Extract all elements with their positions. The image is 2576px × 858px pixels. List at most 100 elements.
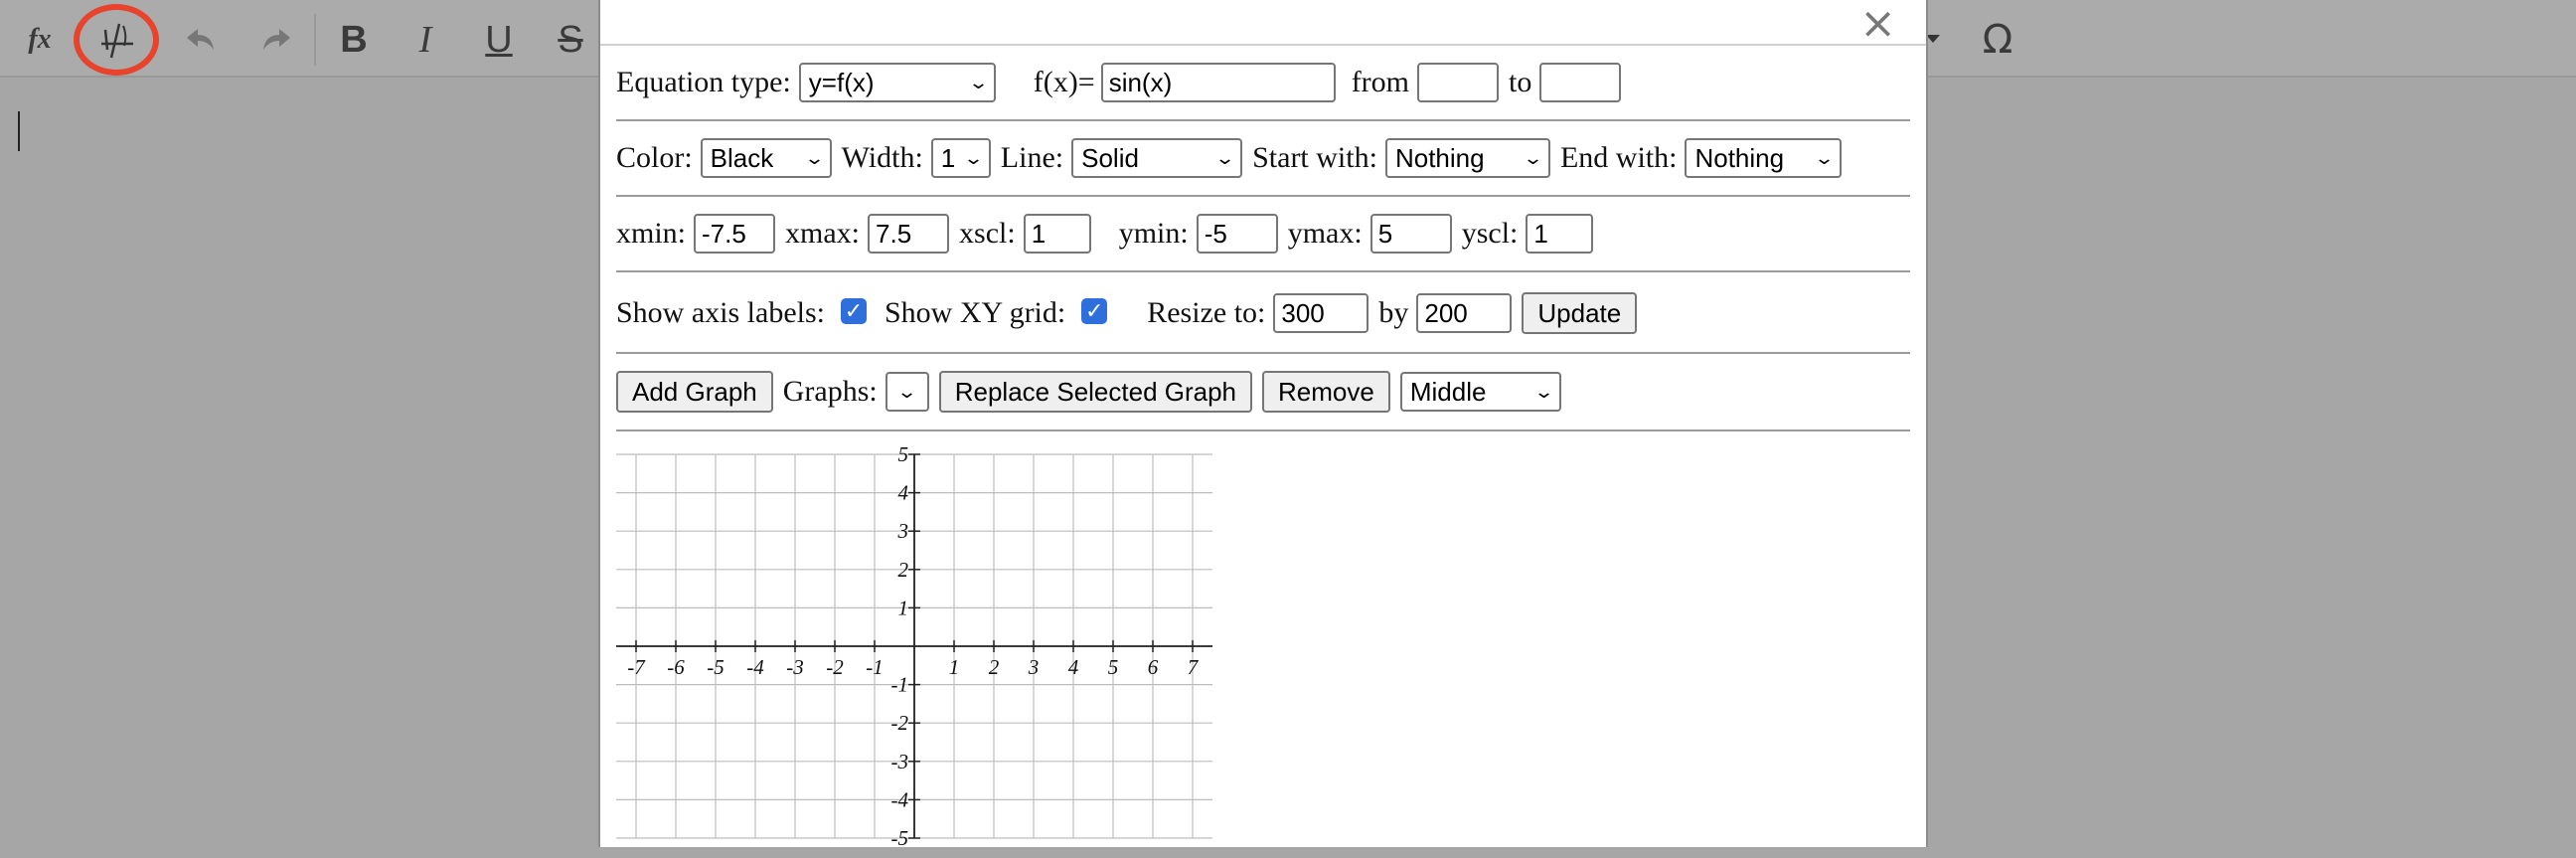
- y-tick-label: 4: [898, 481, 909, 505]
- xscl-input[interactable]: 1: [1023, 214, 1091, 254]
- italic-button[interactable]: I: [396, 10, 455, 70]
- italic-icon: I: [418, 19, 432, 61]
- chevron-down-icon: ⌄: [896, 381, 918, 403]
- chevron-down-icon: ⌄: [967, 72, 989, 93]
- strikethrough-button[interactable]: S: [541, 10, 600, 70]
- axis-range-row: xmin: -7.5 xmax: 7.5 xscl: 1 ymin: -5 ym…: [616, 197, 1910, 272]
- alignment-select[interactable]: Middle ⌄: [1399, 372, 1561, 412]
- xmax-input[interactable]: 7.5: [868, 214, 950, 254]
- y-tick-label: -4: [891, 787, 909, 811]
- chevron-down-icon: ⌄: [1532, 381, 1554, 403]
- underline-button[interactable]: U: [469, 10, 529, 70]
- add-graph-button[interactable]: Add Graph: [616, 371, 773, 413]
- y-tick-label: 5: [898, 442, 909, 466]
- x-tick-label: 7: [1188, 655, 1200, 679]
- show-xy-grid-label: Show XY grid:: [885, 296, 1066, 329]
- style-row: Color: Black ⌄ Width: 1 ⌄ Line: Solid ⌄ …: [616, 121, 1910, 197]
- graphs-label: Graphs:: [782, 375, 878, 408]
- x-tick-label: -7: [627, 655, 646, 679]
- x-tick-label: -2: [826, 655, 844, 679]
- xscl-label: xscl:: [959, 217, 1016, 250]
- undo-button[interactable]: [171, 10, 231, 70]
- graph-button[interactable]: [87, 10, 147, 70]
- line-select[interactable]: Solid ⌄: [1071, 138, 1243, 178]
- start-with-select[interactable]: Nothing ⌄: [1384, 138, 1550, 178]
- fx-icon: fx: [28, 24, 52, 55]
- width-select[interactable]: 1 ⌄: [930, 138, 991, 178]
- color-select[interactable]: Black ⌄: [700, 138, 832, 178]
- show-xy-grid-checkbox[interactable]: ✓: [1081, 298, 1108, 324]
- remove-button[interactable]: Remove: [1262, 371, 1390, 413]
- show-axis-labels-checkbox[interactable]: ✓: [841, 298, 867, 324]
- caret-down-icon: [1926, 35, 1940, 43]
- y-tick-label: 3: [897, 519, 909, 543]
- equation-type-value: y=f(x): [808, 67, 875, 97]
- chevron-down-icon: ⌄: [1814, 147, 1836, 169]
- update-button[interactable]: Update: [1522, 292, 1638, 334]
- x-tick-label: 3: [1028, 655, 1040, 679]
- from-input[interactable]: [1417, 63, 1500, 102]
- undo-arrow-icon: [187, 29, 214, 50]
- end-with-select[interactable]: Nothing ⌄: [1685, 138, 1843, 178]
- fx-label: f(x)=: [1033, 66, 1095, 98]
- resize-width-input[interactable]: 300: [1273, 293, 1369, 333]
- chevron-down-icon: ⌄: [1522, 147, 1543, 169]
- close-icon[interactable]: ×: [1859, 2, 1896, 46]
- dialog-titlebar: ×: [600, 0, 1926, 46]
- start-with-label: Start with:: [1252, 141, 1377, 174]
- line-label: Line:: [1000, 141, 1064, 174]
- y-tick-label: -1: [891, 673, 909, 697]
- from-label: from: [1351, 66, 1410, 98]
- by-label: by: [1378, 296, 1409, 329]
- color-label: Color:: [616, 141, 693, 174]
- resize-to-label: Resize to:: [1147, 296, 1266, 329]
- graph-dialog: × Equation type: y=f(x) ⌄ f(x)= sin(x) f…: [598, 0, 1928, 850]
- yscl-label: yscl:: [1461, 217, 1519, 250]
- xmin-input[interactable]: -7.5: [694, 214, 776, 254]
- toolbar-separator: [314, 14, 316, 66]
- width-value: 1: [940, 142, 956, 173]
- yscl-input[interactable]: 1: [1526, 214, 1594, 254]
- x-tick-label: -5: [707, 655, 724, 679]
- xmin-label: xmin:: [616, 217, 687, 250]
- end-with-label: End with:: [1559, 141, 1678, 174]
- ymax-input[interactable]: 5: [1369, 214, 1452, 254]
- replace-selected-graph-button[interactable]: Replace Selected Graph: [938, 371, 1253, 413]
- underline-icon: U: [485, 18, 513, 61]
- graph-preview: -7 -6 -5 -4 -3 -2 -1 1 2 3 4 5 6 7 5 4 3 2 1 -1 -2 -3 -4 -5: [616, 442, 1212, 850]
- resize-height-input[interactable]: 200: [1416, 293, 1513, 333]
- y-tick-label: 2: [898, 558, 909, 582]
- chevron-down-icon: ⌄: [1213, 147, 1236, 169]
- y-tick-label: -3: [891, 750, 909, 773]
- bold-icon: B: [340, 18, 368, 61]
- x-tick-label: -3: [786, 655, 804, 679]
- x-tick-label: 2: [989, 655, 1000, 679]
- x-tick-label: 5: [1108, 655, 1119, 679]
- omega-icon: Ω: [1982, 17, 2013, 63]
- xmax-label: xmax:: [785, 217, 861, 250]
- to-input[interactable]: [1539, 63, 1622, 102]
- x-tick-label: -4: [746, 655, 764, 679]
- equation-type-label: Equation type:: [616, 66, 791, 98]
- width-label: Width:: [841, 141, 923, 174]
- graph-icon: [101, 23, 133, 59]
- redo-button[interactable]: [246, 10, 306, 70]
- ymax-label: ymax:: [1287, 217, 1363, 250]
- chevron-down-icon: ⌄: [962, 147, 984, 169]
- x-tick-label: 6: [1148, 655, 1159, 679]
- bold-button[interactable]: B: [324, 10, 384, 70]
- x-tick-label: -6: [667, 655, 685, 679]
- graphs-select[interactable]: ⌄: [885, 372, 929, 412]
- equation-type-select[interactable]: y=f(x) ⌄: [798, 63, 996, 102]
- y-tick-label: 1: [898, 596, 909, 619]
- x-tick-label: 4: [1068, 655, 1079, 679]
- special-characters-button[interactable]: Ω: [1968, 10, 2027, 70]
- y-tick-label: -2: [891, 711, 909, 735]
- show-axis-labels-label: Show axis labels:: [616, 296, 825, 329]
- ymin-input[interactable]: -5: [1196, 214, 1278, 254]
- y-tick-label: -5: [891, 826, 909, 850]
- strikethrough-icon: S: [558, 18, 583, 61]
- formula-button[interactable]: fx: [10, 10, 70, 70]
- fx-input[interactable]: sin(x): [1100, 63, 1336, 102]
- display-options-row: Show axis labels: ✓ Show XY grid: ✓ Resi…: [616, 274, 1910, 354]
